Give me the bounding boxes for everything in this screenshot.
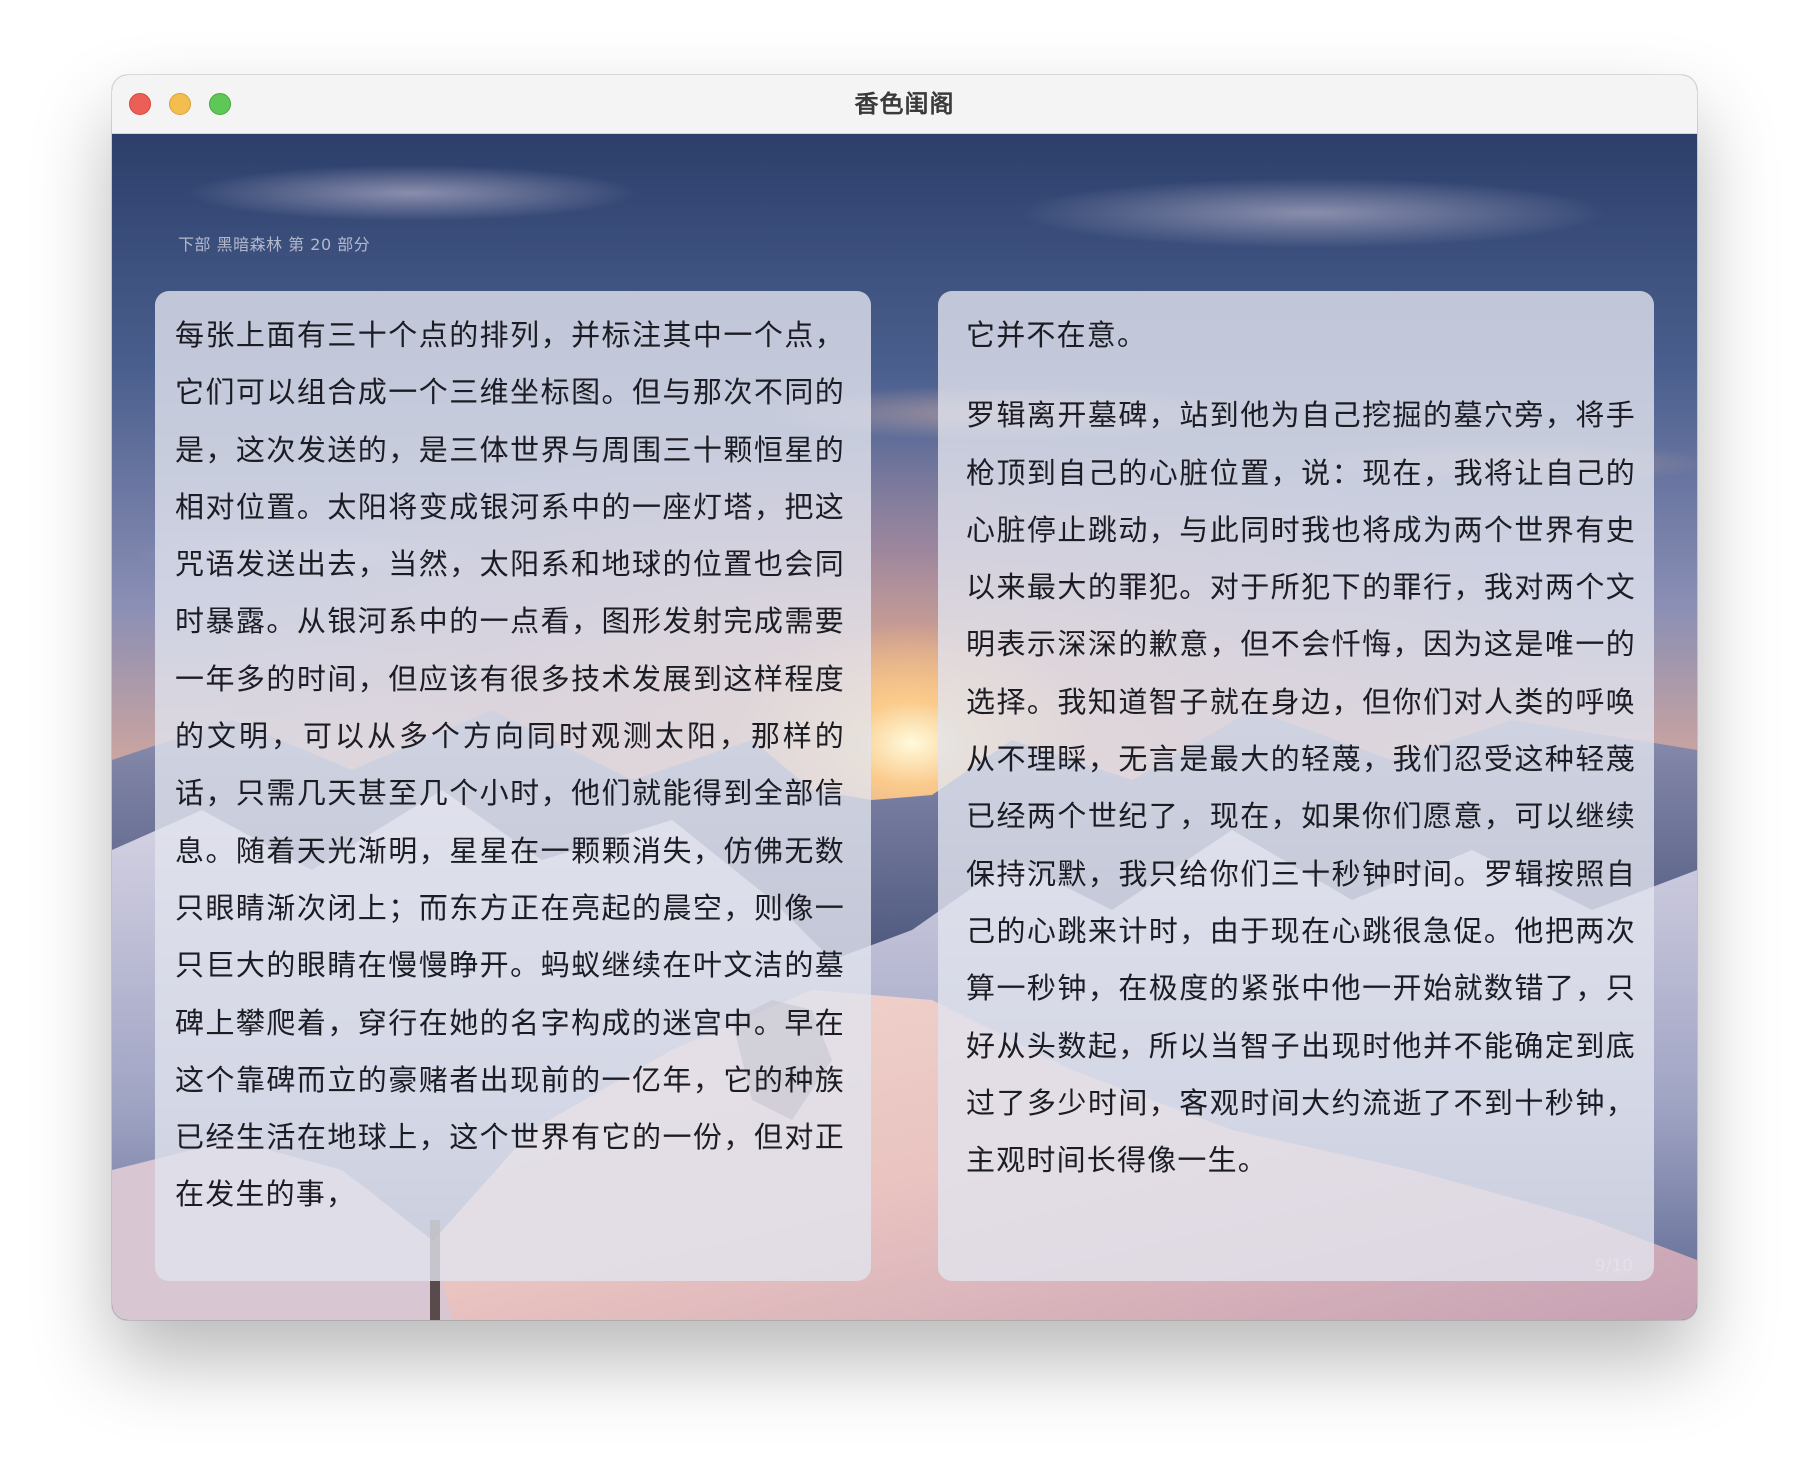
reading-area[interactable]: 下部 黑暗森林 第 20 部分 每张上面有三十个点的排列，并标注其中一个点，它们… (112, 133, 1697, 1320)
right-page-paragraph: 它并不在意。 (966, 318, 1148, 352)
right-page: 它并不在意。 罗辑离开墓碑，站到他为自己挖掘的墓穴旁，将手枪顶到自己的心脏位置，… (938, 291, 1654, 1281)
title-bar[interactable]: 香色闺阁 (112, 75, 1697, 134)
window-title: 香色闺阁 (854, 90, 955, 118)
right-page-paragraph: 罗辑离开墓碑，站到他为自己挖掘的墓穴旁，将手枪顶到自己的心脏位置，说：现在，我将… (966, 398, 1636, 1178)
desktop: 香色闺阁 下部 黑暗森林 第 20 部分 每张上面有三十个点的排列，并标注其中一… (0, 0, 1800, 1462)
page-indicator: 9/10 (1594, 1256, 1633, 1276)
left-page-paragraph: 每张上面有三十个点的排列，并标注其中一个点，它们可以组合成一个三维坐标图。但与那… (175, 318, 845, 1212)
reader-window: 香色闺阁 下部 黑暗森林 第 20 部分 每张上面有三十个点的排列，并标注其中一… (112, 75, 1697, 1320)
chapter-title: 下部 黑暗森林 第 20 部分 (178, 235, 371, 254)
left-page: 每张上面有三十个点的排列，并标注其中一个点，它们可以组合成一个三维坐标图。但与那… (155, 291, 871, 1281)
